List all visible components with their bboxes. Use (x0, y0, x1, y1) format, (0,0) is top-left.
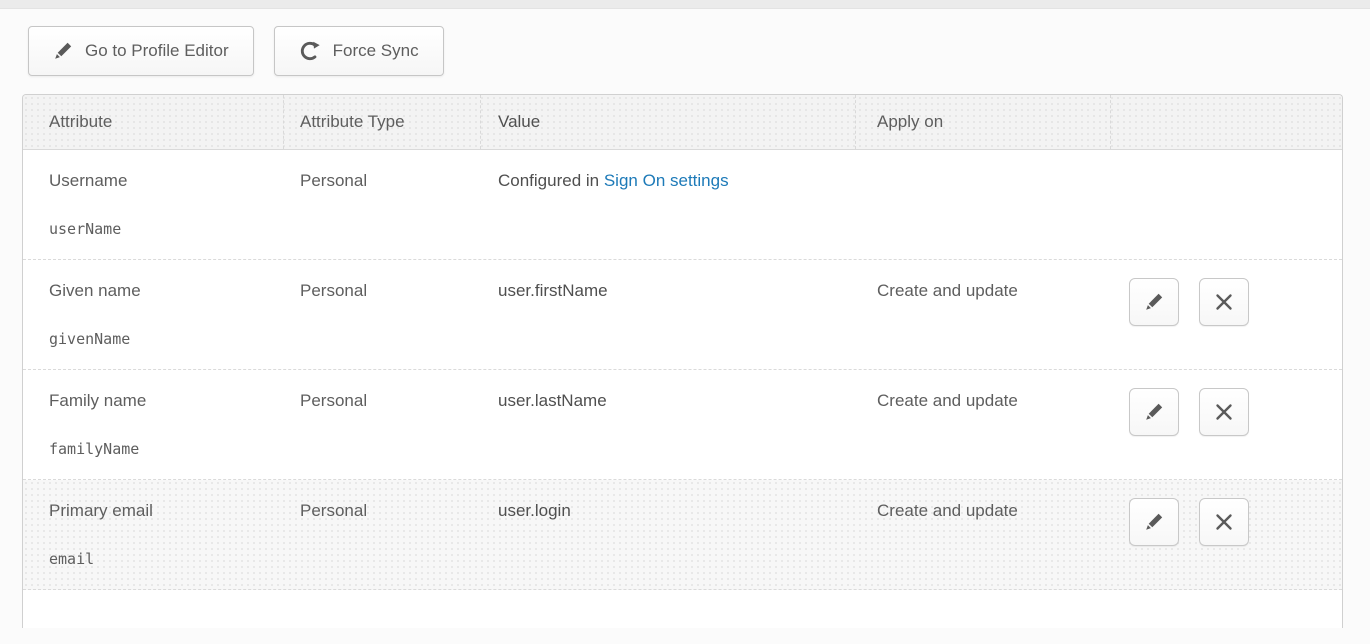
value-cell: user.login (481, 480, 856, 589)
remove-attribute-button[interactable] (1199, 278, 1249, 326)
value-cell: user.lastName (481, 370, 856, 479)
apply-on-cell: Create and update (856, 480, 1111, 589)
pencil-icon (1144, 292, 1164, 312)
force-sync-button[interactable]: Force Sync (274, 26, 444, 76)
table-row-username: Username userName Personal Configured in… (23, 150, 1342, 260)
table-row-empty (23, 590, 1342, 628)
apply-on-cell: Create and update (856, 370, 1111, 479)
attribute-variable-name: userName (49, 220, 284, 238)
attribute-type-cell: Personal (284, 370, 481, 479)
attribute-type-cell: Personal (284, 480, 481, 589)
apply-on-cell: Create and update (856, 260, 1111, 369)
pencil-icon (53, 41, 73, 61)
pencil-icon (1144, 402, 1164, 422)
attribute-label: Primary email (49, 501, 284, 521)
attribute-variable-name: familyName (49, 440, 284, 458)
attribute-label: Given name (49, 281, 284, 301)
table-row-family-name: Family name familyName Personal user.las… (23, 370, 1342, 480)
edit-attribute-button[interactable] (1129, 388, 1179, 436)
value-cell: Configured in Sign On settings (481, 150, 856, 259)
x-icon (1214, 512, 1234, 532)
attribute-type-cell: Personal (284, 150, 481, 259)
column-header-attribute: Attribute (23, 95, 284, 149)
toolbar: Go to Profile Editor Force Sync (28, 26, 1370, 76)
attribute-label: Family name (49, 391, 284, 411)
edit-attribute-button[interactable] (1129, 278, 1179, 326)
edit-attribute-button[interactable] (1129, 498, 1179, 546)
go-to-profile-editor-label: Go to Profile Editor (85, 41, 229, 61)
value-text: Configured in (498, 171, 604, 190)
actions-cell (1111, 260, 1342, 369)
attribute-type-cell: Personal (284, 260, 481, 369)
attribute-cell: Given name givenName (23, 260, 284, 369)
pencil-icon (1144, 512, 1164, 532)
actions-cell (1111, 150, 1342, 259)
column-header-attribute-type: Attribute Type (284, 95, 481, 149)
refresh-icon (299, 40, 321, 62)
attribute-cell: Family name familyName (23, 370, 284, 479)
remove-attribute-button[interactable] (1199, 498, 1249, 546)
actions-cell (1111, 480, 1342, 589)
top-strip (0, 0, 1370, 9)
sign-on-settings-link[interactable]: Sign On settings (604, 171, 729, 190)
column-header-value: Value (481, 95, 856, 149)
column-header-actions (1111, 95, 1342, 149)
attribute-label: Username (49, 171, 284, 191)
value-cell: user.firstName (481, 260, 856, 369)
attribute-variable-name: givenName (49, 330, 284, 348)
attribute-mapping-table: Attribute Attribute Type Value Apply on … (22, 94, 1343, 628)
attribute-variable-name: email (49, 550, 284, 568)
attribute-cell: Primary email email (23, 480, 284, 589)
table-row-given-name: Given name givenName Personal user.first… (23, 260, 1342, 370)
actions-cell (1111, 370, 1342, 479)
table-row-primary-email: Primary email email Personal user.login … (23, 480, 1342, 590)
table-header: Attribute Attribute Type Value Apply on (23, 95, 1342, 150)
force-sync-label: Force Sync (333, 41, 419, 61)
x-icon (1214, 292, 1234, 312)
remove-attribute-button[interactable] (1199, 388, 1249, 436)
attribute-cell: Username userName (23, 150, 284, 259)
go-to-profile-editor-button[interactable]: Go to Profile Editor (28, 26, 254, 76)
apply-on-cell (856, 150, 1111, 259)
x-icon (1214, 402, 1234, 422)
column-header-apply-on: Apply on (856, 95, 1111, 149)
